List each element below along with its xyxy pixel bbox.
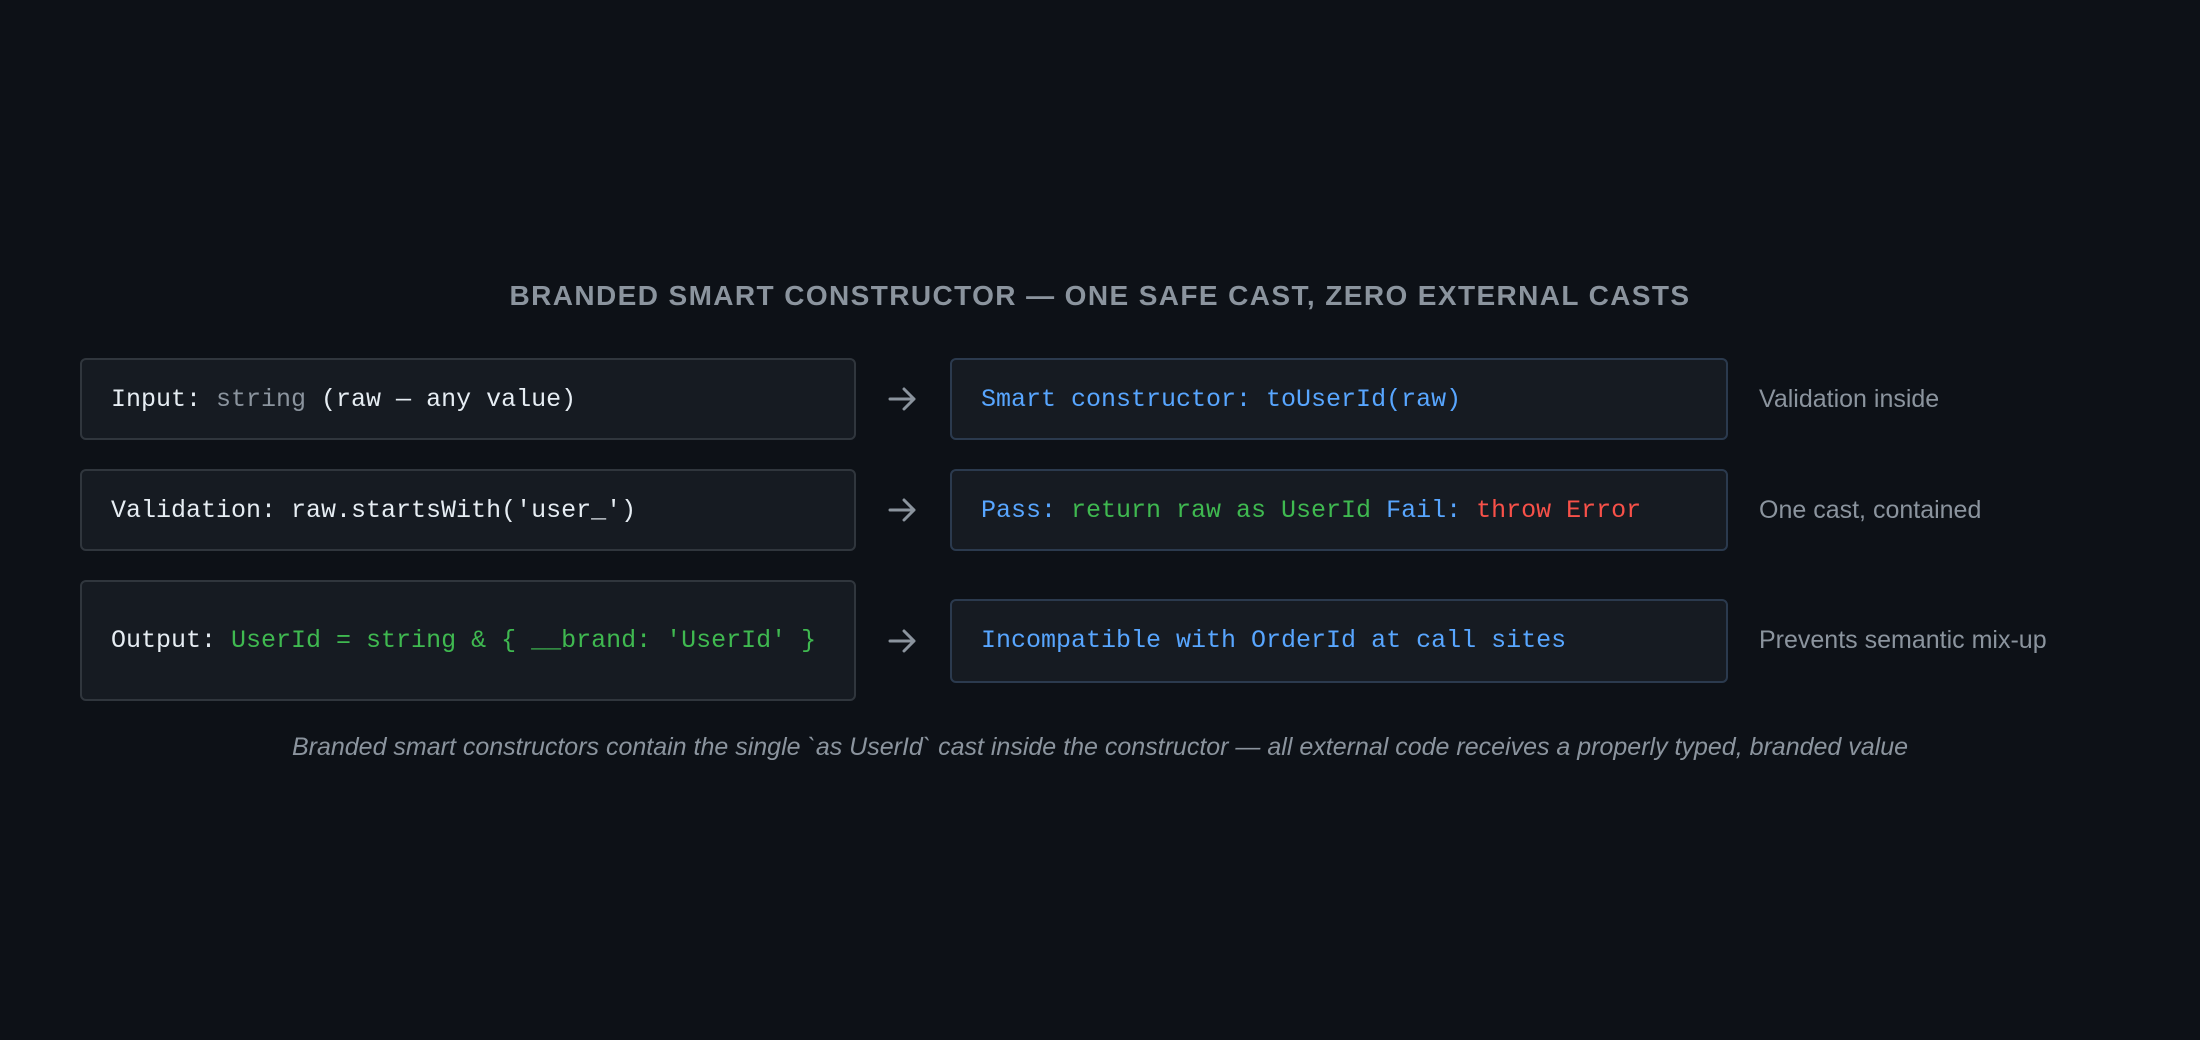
fail-code: throw Error — [1476, 495, 1642, 525]
right-arrow-icon — [856, 497, 950, 523]
validation-label: Validation: — [111, 495, 292, 525]
smart-constructor-box: Smart constructor: toUserId(raw) — [950, 358, 1728, 440]
input-type: string — [216, 384, 307, 414]
input-box: Input: string (raw — any value) — [80, 358, 856, 440]
smart-constructor-text: Smart constructor: toUserId(raw) — [981, 384, 1462, 414]
incompatible-text: Incompatible with OrderId at call sites — [981, 626, 1567, 655]
fail-label: Fail: — [1371, 495, 1477, 525]
flow-row-validation: Validation: raw.startsWith('user_') Pass… — [80, 469, 2120, 551]
output-label: Output: — [111, 626, 232, 655]
input-label: Input: — [111, 384, 217, 414]
flow-row-output: Output: UserId = string & { __brand: 'Us… — [80, 580, 2120, 701]
right-arrow-icon — [856, 628, 950, 654]
diagram-title: BRANDED SMART CONSTRUCTOR — ONE SAFE CAS… — [509, 280, 1691, 311]
validation-code: raw.startsWith('user_') — [291, 495, 637, 525]
diagram-caption: Branded smart constructors contain the s… — [291, 733, 1909, 761]
validation-box: Validation: raw.startsWith('user_') — [80, 469, 856, 551]
pass-code: return raw as UserId — [1071, 495, 1372, 525]
pass-fail-box: Pass: return raw as UserId Fail: throw E… — [950, 469, 1728, 551]
incompatible-box: Incompatible with OrderId at call sites — [950, 598, 1728, 683]
note-validation-inside: Validation inside — [1759, 384, 1940, 413]
pass-label: Pass: — [981, 495, 1072, 525]
note-one-cast: One cast, contained — [1759, 495, 1982, 524]
flow-row-input: Input: string (raw — any value) Smart co… — [80, 358, 2120, 440]
note-prevents-mixup: Prevents semantic mix-up — [1759, 626, 2047, 654]
output-type: UserId = string & { __brand: 'UserId' } — [231, 626, 817, 655]
output-box: Output: UserId = string & { __brand: 'Us… — [80, 580, 856, 701]
input-description: (raw — any value) — [306, 384, 577, 414]
right-arrow-icon — [856, 386, 950, 412]
